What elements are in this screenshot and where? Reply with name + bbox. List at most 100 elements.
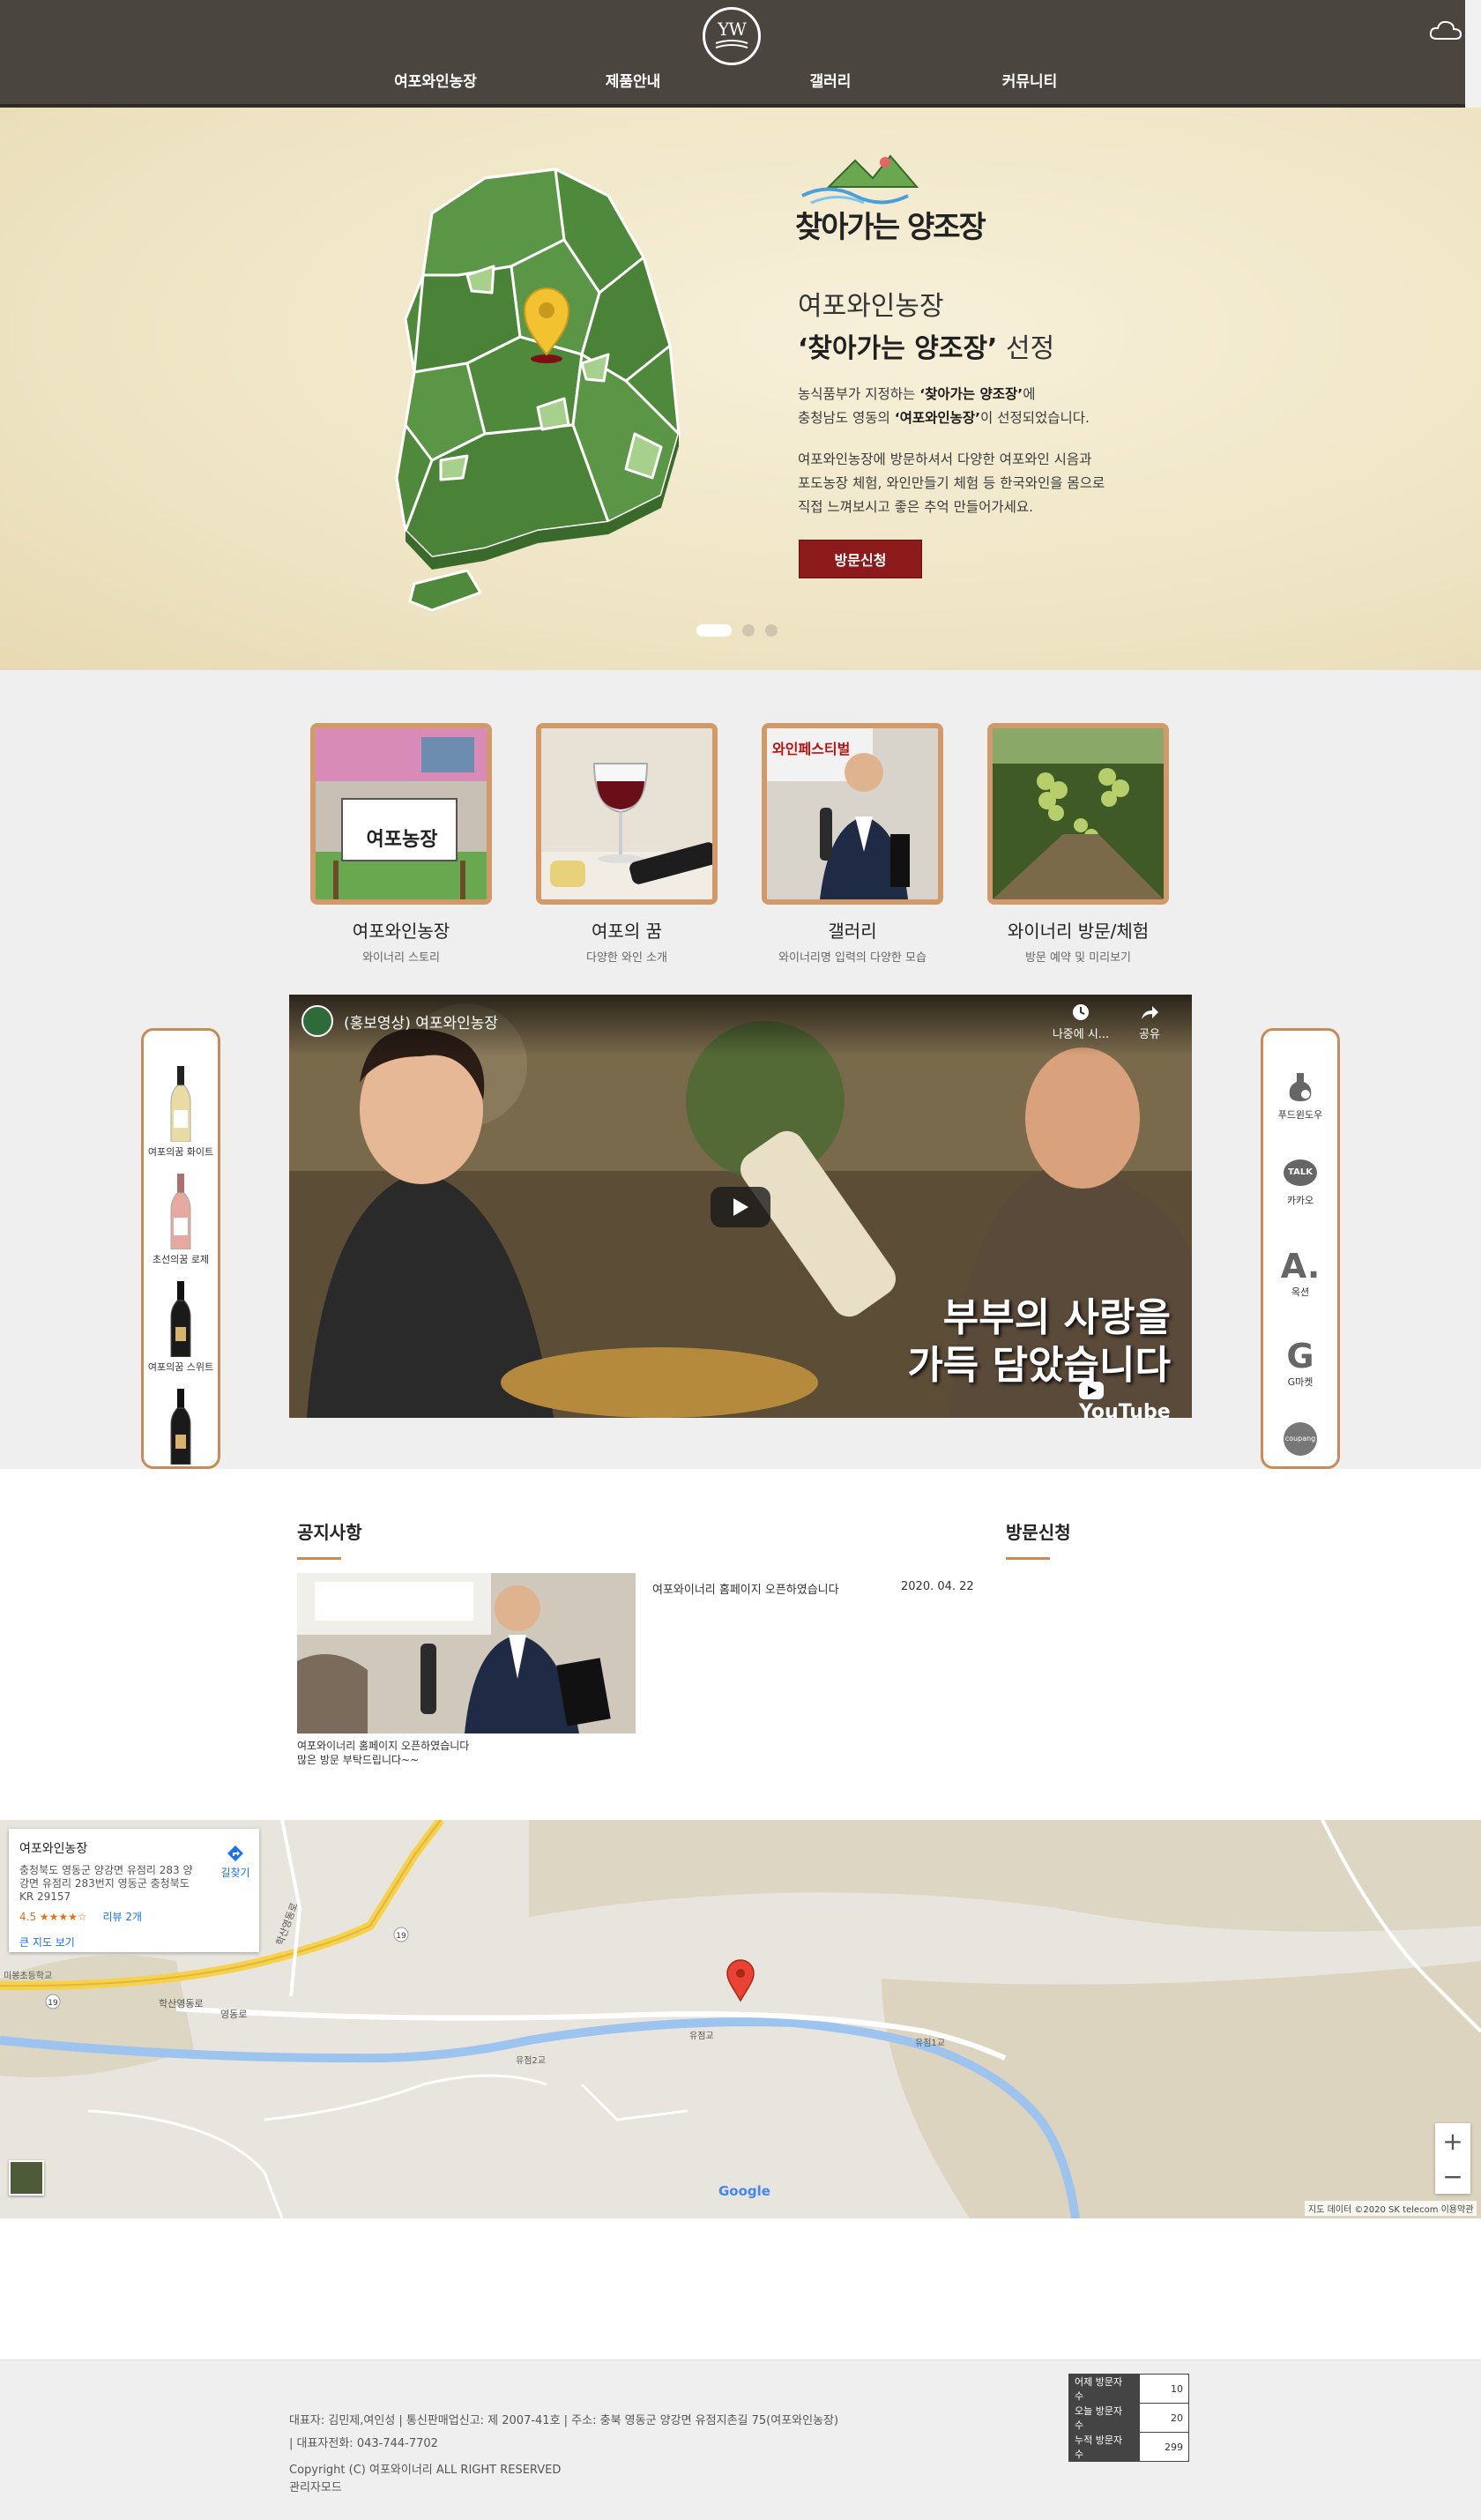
nav-community[interactable]: 커뮤니티 (950, 69, 1109, 91)
card-visit-image[interactable] (987, 723, 1169, 905)
visit-brewery-logo-text: 찾아가는 양조장 (795, 210, 986, 245)
slider-dots (696, 624, 778, 637)
nav-gallery[interactable]: 갤러리 (751, 69, 910, 91)
route-number-label: 19 (396, 1932, 406, 1941)
card-visit-subtitle: 방문 예약 및 미리보기 (1024, 951, 1132, 965)
shop-kakao[interactable]: TALK 카카오 (1263, 1159, 1337, 1207)
share-arrow-icon (1142, 1006, 1158, 1019)
map-place-address: 충청북도 영동군 양강면 유점리 283 양강면 유점리 283번지 영동군 충… (19, 1864, 193, 1903)
map-label-bridge-2: 유점2교 (516, 2056, 546, 2066)
hero-banner: 찾아가는 양조장 여포와인농장 ‘찾아가는 양조장’ 선정 농식품부가 지정하는… (0, 108, 1481, 670)
card-visit-title: 와이너리 방문/체험 (1007, 921, 1150, 942)
video-caption: 부부의 사랑을 가득 담았습니다 (907, 1295, 1171, 1388)
map-label-bridge: 유점교 (689, 2032, 714, 2041)
admin-mode-link[interactable]: 관리자모드 (289, 2478, 342, 2494)
slider-dot-3[interactable] (765, 624, 778, 637)
channel-avatar[interactable] (301, 1005, 333, 1037)
card-gallery-banner-text: 와인페스티벌 (772, 741, 851, 757)
cloud-icon[interactable] (1428, 18, 1463, 44)
shop-auction-label: 옥션 (1291, 1286, 1310, 1298)
map-label-school: 미봉초등학교 (4, 1972, 53, 1981)
youtube-play-icon (1079, 1382, 1104, 1399)
larger-map-link[interactable]: 큰 지도 보기 (19, 1935, 249, 1950)
clock-icon (1073, 1004, 1089, 1020)
features-section: 여포농장 여포와인농장 와이너리 스토리 여포의 꿈 다양한 와인 소개 와인페… (0, 670, 1481, 1469)
rose-wine-bottle-icon (170, 1174, 191, 1250)
visitor-label: 어제 방문자 수 (1068, 2374, 1140, 2404)
shop-gmarket[interactable]: G G마켓 (1263, 1338, 1337, 1389)
card-dream-image[interactable] (536, 723, 718, 905)
coupang-icon: coupang (1284, 1422, 1317, 1456)
review-count-link[interactable]: 리뷰 2개 (103, 1911, 143, 1923)
site-footer (0, 2360, 1481, 2520)
food-window-icon (1289, 1073, 1312, 1101)
visit-section-title[interactable]: 방문신청 (1006, 1518, 1071, 1544)
white-wine-bottle-icon (170, 1066, 191, 1143)
visitor-counter: 어제 방문자 수 10 오늘 방문자 수 20 누적 방문자 수 299 (1068, 2374, 1189, 2462)
play-icon (733, 1198, 748, 1216)
site-logo[interactable]: YW (703, 7, 761, 65)
zoom-in-button[interactable]: + (1435, 2123, 1470, 2158)
google-map-embed[interactable]: 19 19 미봉초등학교 학산영동로 영동로 학산영동로 유점2교 유점교 유점… (0, 1820, 1481, 2218)
slider-dot-2[interactable] (742, 624, 755, 637)
wine-item-rose[interactable]: 초선의꿈 로제 (144, 1174, 218, 1266)
scrollbar[interactable] (1465, 0, 1481, 108)
play-button[interactable] (711, 1187, 770, 1227)
card-farm-image[interactable]: 여포농장 (310, 723, 492, 905)
shop-gmarket-label: G마켓 (1287, 1376, 1314, 1388)
notice-post-date: 2020. 04. 22 (901, 1580, 974, 1593)
card-visit-experience[interactable]: 와이너리 방문/체험 방문 예약 및 미리보기 (987, 723, 1169, 965)
map-label-bridge-1: 유점1교 (915, 2039, 945, 2048)
card-farm-subtitle: 와이너리 스토리 (362, 951, 440, 965)
nav-farm[interactable]: 여포와인농장 (356, 69, 515, 91)
promo-video-player[interactable]: (홍보영상) 여포와인농장 나중에 시... 공유 부부의 사랑을 가득 담았습… (289, 995, 1192, 1418)
notice-thumbnail[interactable] (297, 1573, 636, 1733)
shop-coupang[interactable]: coupang (1263, 1422, 1337, 1456)
notice-post-link[interactable]: 여포와이너리 홈페이지 오픈하였습니다 (652, 1580, 839, 1597)
card-gallery[interactable]: 와인페스티벌 갤러리 와이너리명 입력의 다양한 모습 (762, 723, 943, 965)
watch-later-label: 나중에 시... (1052, 1028, 1110, 1041)
card-gallery-image[interactable]: 와인페스티벌 (762, 723, 943, 905)
shop-auction[interactable]: A. 옥션 (1263, 1248, 1337, 1299)
notice-section-title[interactable]: 공지사항 (297, 1518, 362, 1544)
wine-item-sweet[interactable]: 여포의꿈 스위트 (144, 1281, 218, 1374)
hero-title-line1: 여포와인농장 (798, 291, 944, 322)
footer-copyright: Copyright (C) 여포와이너리 ALL RIGHT RESERVED (289, 2464, 562, 2477)
map-place-card: 여포와인농장 충청북도 영동군 양강면 유점리 283 양강면 유점리 283번… (9, 1829, 259, 1952)
red-wine-bottle-icon (170, 1389, 191, 1465)
visitor-row-yesterday: 어제 방문자 수 10 (1068, 2374, 1189, 2404)
wine-item-sweet-label: 여포의꿈 스위트 (147, 1361, 214, 1373)
slider-dot-1[interactable] (696, 624, 732, 637)
map-attribution[interactable]: 지도 데이터 ©2020 SK telecom 이용약관 (1305, 2201, 1477, 2216)
card-dream-title: 여포의 꿈 (592, 921, 662, 942)
card-farm-sign-text: 여포농장 (366, 829, 438, 851)
route-number-label-2: 19 (48, 1999, 58, 2008)
footer-phone: | 대표자전화: 043-744-7702 (289, 2437, 438, 2450)
card-gallery-title: 갤러리 (828, 921, 877, 942)
shop-food-window[interactable]: 푸드윈도우 (1263, 1070, 1337, 1122)
card-dream[interactable]: 여포의 꿈 다양한 와인 소개 (536, 723, 718, 965)
wine-item-rose-label: 초선의꿈 로제 (152, 1254, 210, 1265)
hero-paragraph-2: 여포와인농장에 방문하셔서 다양한 여포와인 시음과 포도농장 체험, 와인만들… (798, 451, 1105, 515)
wine-item-white[interactable]: 여포의꿈 화이트 (144, 1066, 218, 1159)
map-label-road-1: 학산영동로 (159, 1998, 204, 2009)
share-button[interactable]: 공유 (1123, 1003, 1176, 1041)
video-title[interactable]: (홍보영상) 여포와인농장 (344, 1010, 498, 1033)
card-farm[interactable]: 여포농장 여포와인농장 와이너리 스토리 (310, 723, 492, 965)
watch-later-button[interactable]: 나중에 시... (1046, 1003, 1116, 1041)
youtube-logo[interactable]: YouTube (1079, 1379, 1192, 1418)
directions-label: 길찾기 (220, 1867, 250, 1879)
zoom-controls: + − (1435, 2123, 1470, 2194)
visitor-label: 누적 방문자 수 (1068, 2432, 1140, 2462)
directions-button[interactable]: 길찾기 (213, 1845, 257, 1880)
sweet-wine-bottle-icon (170, 1281, 191, 1358)
wine-item-red[interactable] (144, 1389, 218, 1466)
visit-request-button[interactable]: 방문신청 (799, 540, 922, 578)
logo-wave-icon (715, 40, 748, 48)
nav-products[interactable]: 제품안내 (554, 69, 712, 91)
zoom-out-button[interactable]: − (1435, 2158, 1470, 2194)
hero-paragraph-1: 농식품부가 지정하는 ‘찾아가는 양조장’에 충청남도 영동의 ‘여포와인농장’… (798, 386, 1090, 426)
satellite-toggle[interactable] (9, 2160, 44, 2196)
youtube-wordmark: YouTube (1079, 1401, 1171, 1418)
shop-food-window-label: 푸드윈도우 (1277, 1109, 1323, 1121)
